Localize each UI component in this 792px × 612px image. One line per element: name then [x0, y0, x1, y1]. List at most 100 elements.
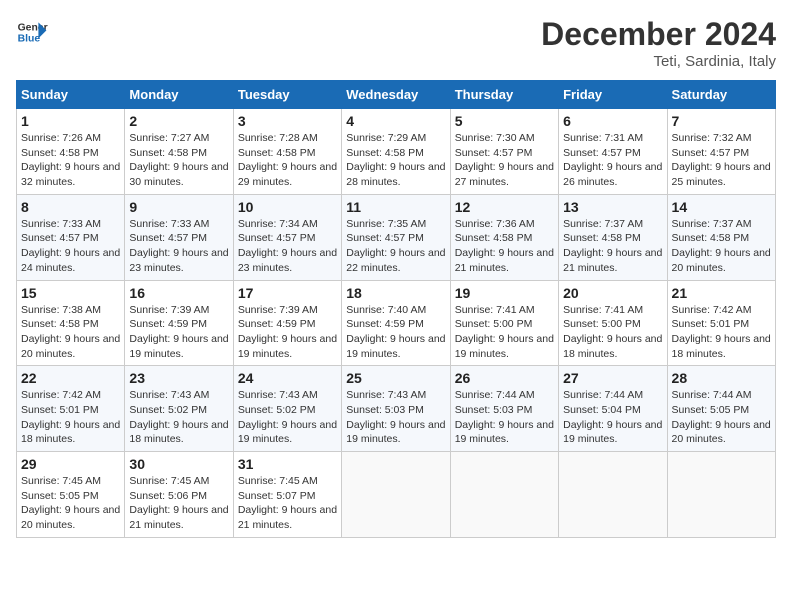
day-number: 10 [238, 199, 337, 215]
day-info: Sunrise: 7:41 AMSunset: 5:00 PMDaylight:… [563, 304, 662, 360]
day-number: 13 [563, 199, 662, 215]
day-number: 27 [563, 370, 662, 386]
day-number: 9 [129, 199, 228, 215]
svg-text:Blue: Blue [18, 34, 41, 45]
calendar-day-cell: 25 Sunrise: 7:43 AMSunset: 5:03 PMDaylig… [342, 366, 450, 452]
day-info: Sunrise: 7:44 AMSunset: 5:05 PMDaylight:… [672, 389, 771, 445]
day-info: Sunrise: 7:36 AMSunset: 4:58 PMDaylight:… [455, 218, 554, 274]
calendar-week-row: 22 Sunrise: 7:42 AMSunset: 5:01 PMDaylig… [17, 366, 776, 452]
calendar-day-cell: 24 Sunrise: 7:43 AMSunset: 5:02 PMDaylig… [233, 366, 341, 452]
day-number: 20 [563, 285, 662, 301]
calendar-day-cell: 8 Sunrise: 7:33 AMSunset: 4:57 PMDayligh… [17, 194, 125, 280]
day-info: Sunrise: 7:44 AMSunset: 5:04 PMDaylight:… [563, 389, 662, 445]
calendar-day-cell: 17 Sunrise: 7:39 AMSunset: 4:59 PMDaylig… [233, 280, 341, 366]
calendar-day-cell: 26 Sunrise: 7:44 AMSunset: 5:03 PMDaylig… [450, 366, 558, 452]
day-number: 8 [21, 199, 120, 215]
page-header: General Blue December 2024 Teti, Sardini… [16, 16, 776, 70]
day-info: Sunrise: 7:29 AMSunset: 4:58 PMDaylight:… [346, 132, 445, 188]
calendar-day-cell: 2 Sunrise: 7:27 AMSunset: 4:58 PMDayligh… [125, 109, 233, 195]
empty-cell [450, 452, 558, 538]
day-number: 1 [21, 113, 120, 129]
calendar-day-cell: 1 Sunrise: 7:26 AMSunset: 4:58 PMDayligh… [17, 109, 125, 195]
day-info: Sunrise: 7:35 AMSunset: 4:57 PMDaylight:… [346, 218, 445, 274]
day-number: 19 [455, 285, 554, 301]
calendar-week-row: 15 Sunrise: 7:38 AMSunset: 4:58 PMDaylig… [17, 280, 776, 366]
col-header-friday: Friday [559, 81, 667, 109]
day-number: 31 [238, 456, 337, 472]
day-info: Sunrise: 7:43 AMSunset: 5:02 PMDaylight:… [129, 389, 228, 445]
empty-cell [342, 452, 450, 538]
calendar-day-cell: 7 Sunrise: 7:32 AMSunset: 4:57 PMDayligh… [667, 109, 775, 195]
empty-cell [559, 452, 667, 538]
calendar-week-row: 1 Sunrise: 7:26 AMSunset: 4:58 PMDayligh… [17, 109, 776, 195]
calendar-day-cell: 12 Sunrise: 7:36 AMSunset: 4:58 PMDaylig… [450, 194, 558, 280]
calendar-day-cell: 30 Sunrise: 7:45 AMSunset: 5:06 PMDaylig… [125, 452, 233, 538]
day-number: 28 [672, 370, 771, 386]
day-number: 22 [21, 370, 120, 386]
calendar-subtitle: Teti, Sardinia, Italy [541, 53, 776, 70]
day-info: Sunrise: 7:42 AMSunset: 5:01 PMDaylight:… [21, 389, 120, 445]
calendar-day-cell: 16 Sunrise: 7:39 AMSunset: 4:59 PMDaylig… [125, 280, 233, 366]
day-info: Sunrise: 7:27 AMSunset: 4:58 PMDaylight:… [129, 132, 228, 188]
calendar-day-cell: 5 Sunrise: 7:30 AMSunset: 4:57 PMDayligh… [450, 109, 558, 195]
calendar-table: SundayMondayTuesdayWednesdayThursdayFrid… [16, 80, 776, 538]
calendar-day-cell: 21 Sunrise: 7:42 AMSunset: 5:01 PMDaylig… [667, 280, 775, 366]
day-number: 6 [563, 113, 662, 129]
day-number: 4 [346, 113, 445, 129]
day-number: 30 [129, 456, 228, 472]
col-header-saturday: Saturday [667, 81, 775, 109]
day-info: Sunrise: 7:33 AMSunset: 4:57 PMDaylight:… [21, 218, 120, 274]
calendar-day-cell: 28 Sunrise: 7:44 AMSunset: 5:05 PMDaylig… [667, 366, 775, 452]
day-info: Sunrise: 7:42 AMSunset: 5:01 PMDaylight:… [672, 304, 771, 360]
calendar-day-cell: 4 Sunrise: 7:29 AMSunset: 4:58 PMDayligh… [342, 109, 450, 195]
day-info: Sunrise: 7:38 AMSunset: 4:58 PMDaylight:… [21, 304, 120, 360]
day-info: Sunrise: 7:39 AMSunset: 4:59 PMDaylight:… [238, 304, 337, 360]
calendar-day-cell: 20 Sunrise: 7:41 AMSunset: 5:00 PMDaylig… [559, 280, 667, 366]
day-info: Sunrise: 7:37 AMSunset: 4:58 PMDaylight:… [672, 218, 771, 274]
day-info: Sunrise: 7:34 AMSunset: 4:57 PMDaylight:… [238, 218, 337, 274]
day-number: 5 [455, 113, 554, 129]
day-info: Sunrise: 7:41 AMSunset: 5:00 PMDaylight:… [455, 304, 554, 360]
day-info: Sunrise: 7:31 AMSunset: 4:57 PMDaylight:… [563, 132, 662, 188]
calendar-day-cell: 31 Sunrise: 7:45 AMSunset: 5:07 PMDaylig… [233, 452, 341, 538]
day-info: Sunrise: 7:33 AMSunset: 4:57 PMDaylight:… [129, 218, 228, 274]
day-info: Sunrise: 7:39 AMSunset: 4:59 PMDaylight:… [129, 304, 228, 360]
calendar-week-row: 29 Sunrise: 7:45 AMSunset: 5:05 PMDaylig… [17, 452, 776, 538]
day-info: Sunrise: 7:44 AMSunset: 5:03 PMDaylight:… [455, 389, 554, 445]
calendar-week-row: 8 Sunrise: 7:33 AMSunset: 4:57 PMDayligh… [17, 194, 776, 280]
calendar-day-cell: 18 Sunrise: 7:40 AMSunset: 4:59 PMDaylig… [342, 280, 450, 366]
calendar-day-cell: 15 Sunrise: 7:38 AMSunset: 4:58 PMDaylig… [17, 280, 125, 366]
calendar-day-cell: 19 Sunrise: 7:41 AMSunset: 5:00 PMDaylig… [450, 280, 558, 366]
calendar-day-cell: 10 Sunrise: 7:34 AMSunset: 4:57 PMDaylig… [233, 194, 341, 280]
title-area: December 2024 Teti, Sardinia, Italy [541, 16, 776, 70]
calendar-day-cell: 9 Sunrise: 7:33 AMSunset: 4:57 PMDayligh… [125, 194, 233, 280]
calendar-day-cell: 6 Sunrise: 7:31 AMSunset: 4:57 PMDayligh… [559, 109, 667, 195]
day-info: Sunrise: 7:40 AMSunset: 4:59 PMDaylight:… [346, 304, 445, 360]
logo-icon: General Blue [16, 16, 48, 48]
calendar-day-cell: 22 Sunrise: 7:42 AMSunset: 5:01 PMDaylig… [17, 366, 125, 452]
col-header-thursday: Thursday [450, 81, 558, 109]
col-header-monday: Monday [125, 81, 233, 109]
day-info: Sunrise: 7:37 AMSunset: 4:58 PMDaylight:… [563, 218, 662, 274]
day-info: Sunrise: 7:43 AMSunset: 5:02 PMDaylight:… [238, 389, 337, 445]
day-number: 17 [238, 285, 337, 301]
day-number: 3 [238, 113, 337, 129]
calendar-title: December 2024 [541, 16, 776, 53]
logo: General Blue [16, 16, 48, 48]
day-number: 25 [346, 370, 445, 386]
day-number: 23 [129, 370, 228, 386]
calendar-day-cell: 27 Sunrise: 7:44 AMSunset: 5:04 PMDaylig… [559, 366, 667, 452]
calendar-header-row: SundayMondayTuesdayWednesdayThursdayFrid… [17, 81, 776, 109]
day-number: 11 [346, 199, 445, 215]
day-info: Sunrise: 7:32 AMSunset: 4:57 PMDaylight:… [672, 132, 771, 188]
day-number: 14 [672, 199, 771, 215]
day-info: Sunrise: 7:45 AMSunset: 5:05 PMDaylight:… [21, 475, 120, 531]
col-header-sunday: Sunday [17, 81, 125, 109]
day-number: 18 [346, 285, 445, 301]
col-header-wednesday: Wednesday [342, 81, 450, 109]
day-number: 29 [21, 456, 120, 472]
calendar-day-cell: 23 Sunrise: 7:43 AMSunset: 5:02 PMDaylig… [125, 366, 233, 452]
day-number: 12 [455, 199, 554, 215]
day-info: Sunrise: 7:43 AMSunset: 5:03 PMDaylight:… [346, 389, 445, 445]
empty-cell [667, 452, 775, 538]
